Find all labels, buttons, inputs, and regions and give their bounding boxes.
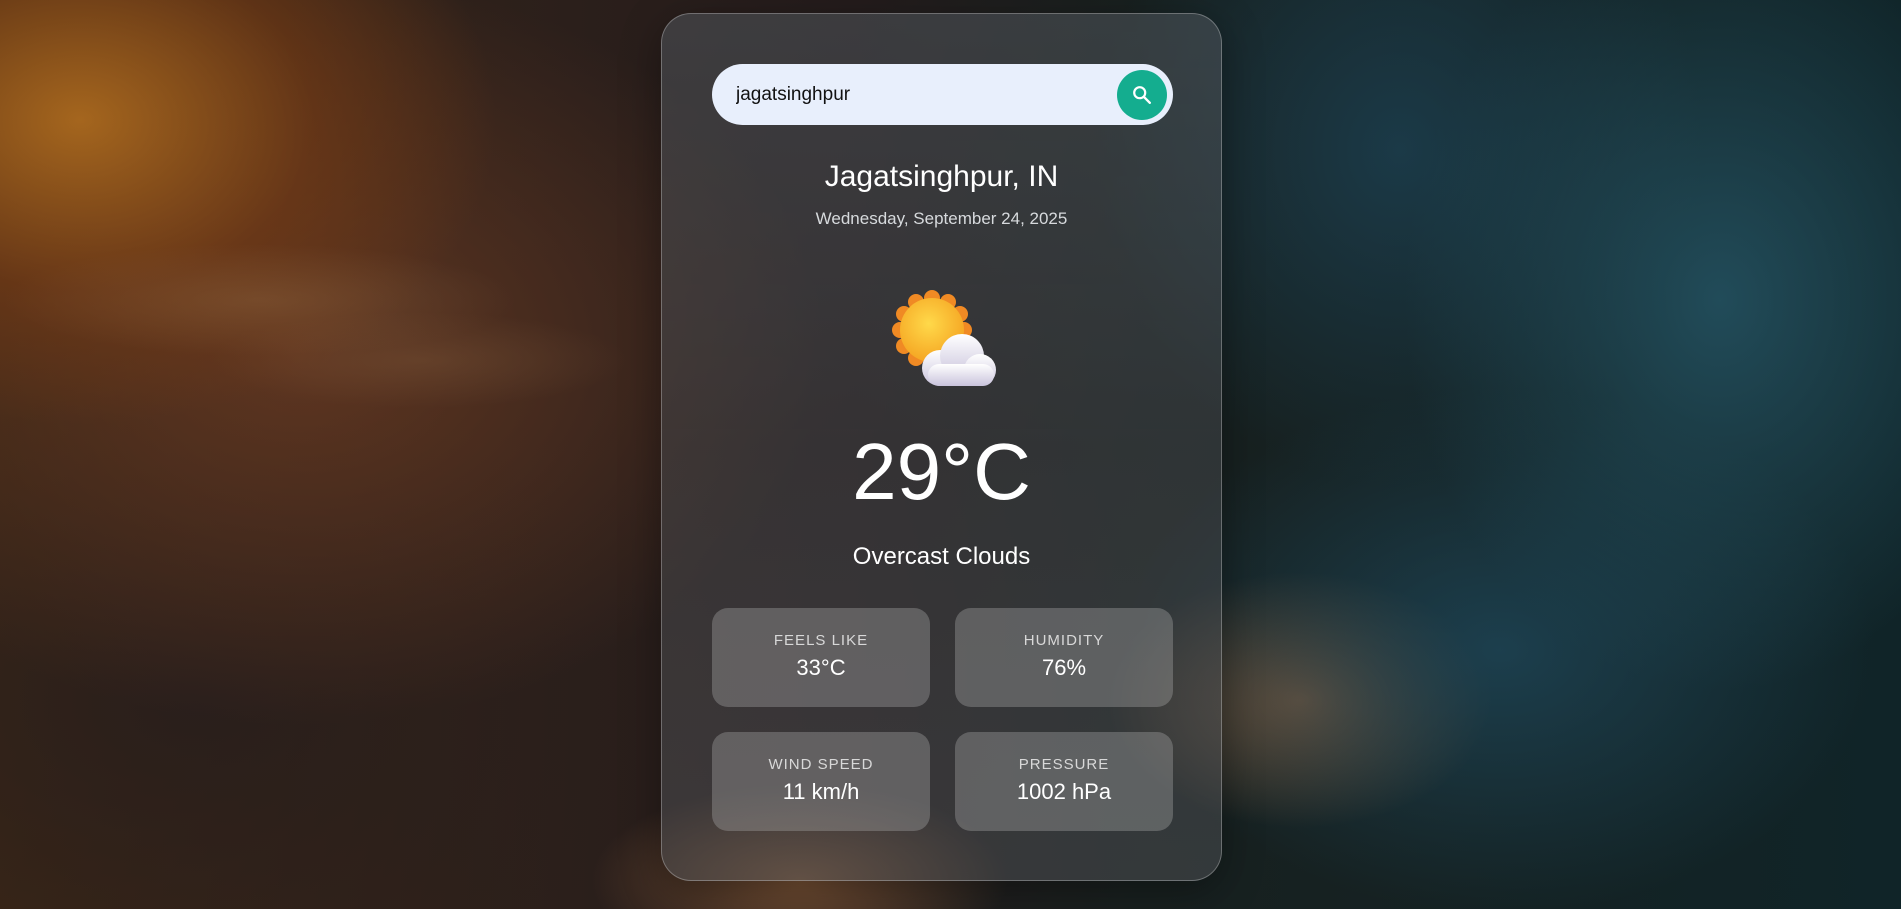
search-bar: [712, 64, 1173, 125]
stat-value: 33°C: [796, 655, 846, 680]
stat-label: HUMIDITY: [1023, 632, 1105, 649]
stat-label: PRESSURE: [1018, 756, 1110, 773]
search-icon: [1133, 86, 1151, 104]
stat-pressure: PRESSURE 1002 hPa: [955, 732, 1173, 831]
sun-behind-cloud-icon: [892, 290, 996, 386]
current-date: Wednesday, September 24, 2025: [815, 209, 1068, 228]
city-name: Jagatsinghpur, IN: [824, 160, 1059, 193]
weather-description: Overcast Clouds: [852, 543, 1031, 570]
search-button[interactable]: [1117, 70, 1167, 120]
stat-label: FEELS LIKE: [773, 632, 869, 649]
stat-value: 11 km/h: [782, 779, 860, 804]
weather-card: Jagatsinghpur, IN Wednesday, September 2…: [661, 13, 1222, 881]
search-input[interactable]: [736, 64, 1096, 125]
stat-value: 76%: [1041, 655, 1087, 680]
stat-label: WIND SPEED: [768, 756, 874, 773]
stat-humidity: HUMIDITY 76%: [955, 608, 1173, 707]
stat-value: 1002 hPa: [1016, 779, 1112, 804]
stat-wind-speed: WIND SPEED 11 km/h: [712, 732, 930, 831]
stat-feels-like: FEELS LIKE 33°C: [712, 608, 930, 707]
temperature: 29°C: [852, 427, 1031, 516]
